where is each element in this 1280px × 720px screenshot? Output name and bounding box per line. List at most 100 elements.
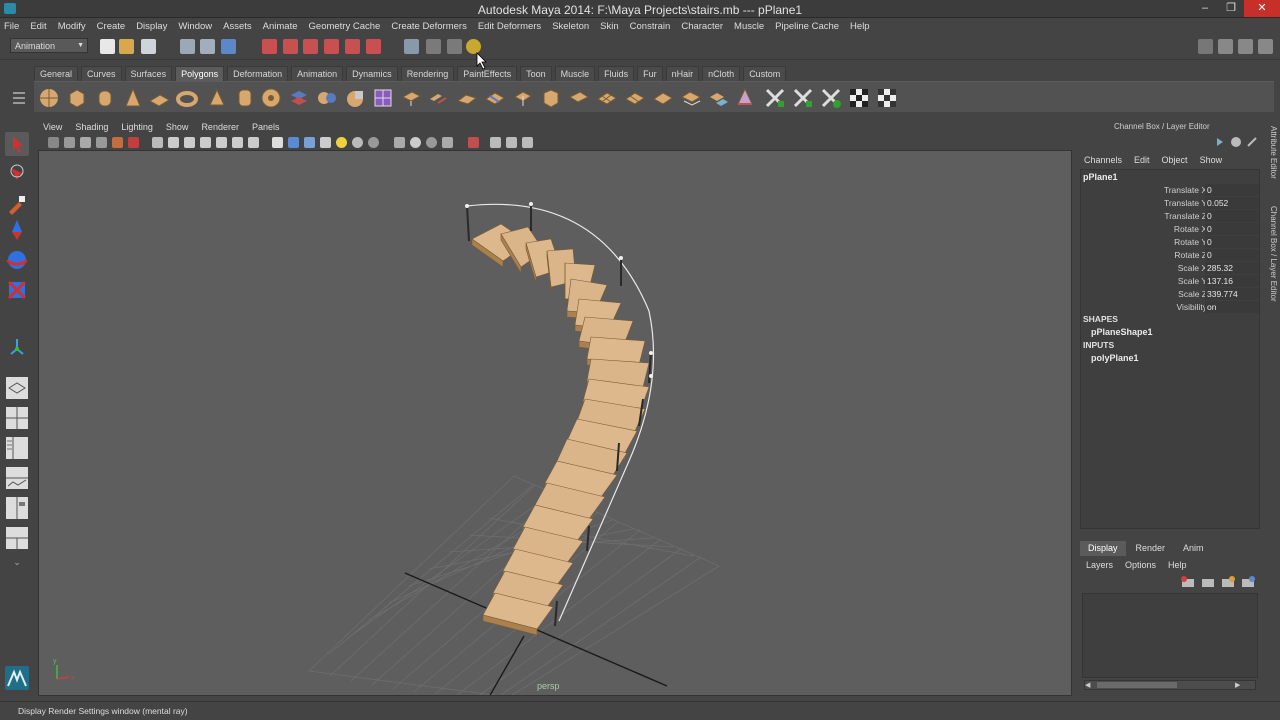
poly-torus-icon[interactable] [176,87,198,109]
cb-menu-object[interactable]: Object [1162,155,1188,165]
high-quality-icon[interactable] [468,137,479,148]
screen-space-ao-icon[interactable] [506,137,517,148]
select-tool-icon[interactable] [5,132,29,156]
tab-general[interactable]: General [34,66,79,81]
menu-constrain[interactable]: Constrain [630,21,671,32]
attr-rotate-x[interactable]: Rotate X0 [1081,223,1259,236]
attr-value[interactable]: 0 [1205,184,1259,196]
viewport-menu-lighting[interactable]: Lighting [121,122,153,132]
hypershade-layout-icon[interactable] [5,496,29,520]
uv-planar-icon[interactable] [764,87,786,109]
attr-value[interactable]: 0 [1205,223,1259,235]
attr-rotate-z[interactable]: Rotate Z0 [1081,249,1259,262]
tab-toon[interactable]: Toon [520,66,552,81]
minimize-button[interactable]: ‒ [1192,0,1218,17]
layer-menu-layers[interactable]: Layers [1086,560,1113,570]
snap-grid-icon[interactable] [262,39,277,54]
2d-pan-zoom-icon[interactable] [112,137,123,148]
tab-animation[interactable]: Animation [291,66,344,81]
merge-icon[interactable] [568,87,590,109]
snap-point-icon[interactable] [303,39,318,54]
attr-rotate-y[interactable]: Rotate Y0 [1081,236,1259,249]
tab-polygons[interactable]: Polygons [175,66,225,81]
viewport-menu-panels[interactable]: Panels [252,122,280,132]
tab-custom[interactable]: Custom [743,66,787,81]
attr-value[interactable]: 339.774 [1205,288,1259,300]
camera-attributes-icon[interactable] [64,137,75,148]
sculpt-geometry-icon[interactable] [734,87,756,109]
persp-graph-layout-icon[interactable] [5,466,29,490]
isolate-select-icon[interactable] [394,137,405,148]
menu-muscle[interactable]: Muscle [734,21,764,32]
layer-menu-options[interactable]: Options [1125,560,1156,570]
attr-value[interactable]: on [1205,301,1259,313]
snap-curve-icon[interactable] [283,39,298,54]
smooth-icon[interactable] [596,87,618,109]
tab-fur[interactable]: Fur [637,66,663,81]
tab-dynamics[interactable]: Dynamics [346,66,398,81]
cb-menu-channels[interactable]: Channels [1084,155,1122,165]
viewport-menu-shading[interactable]: Shading [75,122,108,132]
persp-outliner-layout-icon[interactable] [5,436,29,460]
ipr-render-icon[interactable] [447,39,462,54]
uv-spherical-icon[interactable] [820,87,842,109]
poly-prism-icon[interactable] [206,87,228,109]
new-layer-icon[interactable] [1222,576,1235,587]
append-polygon-icon[interactable] [456,87,478,109]
xray-icon[interactable] [410,137,421,148]
wireframe-on-shaded-icon[interactable] [304,137,315,148]
poly-cone-icon[interactable] [122,87,144,109]
tab-surfaces[interactable]: Surfaces [124,66,173,81]
attr-translate-y[interactable]: Translate Y 0.052 [1081,197,1259,210]
tab-rendering[interactable]: Rendering [400,66,455,81]
cb-menu-show[interactable]: Show [1200,155,1223,165]
bridge-icon[interactable] [428,87,450,109]
viewport-menu-view[interactable]: View [43,122,62,132]
select-camera-icon[interactable] [48,137,59,148]
viewport-menu-renderer[interactable]: Renderer [201,122,239,132]
attr-translate-x[interactable]: Translate X0 [1081,184,1259,197]
persp-graph-hypershade-layout-icon[interactable] [5,526,29,550]
menu-create-deformers[interactable]: Create Deformers [391,21,467,32]
new-layer-selected-icon[interactable] [1242,576,1255,587]
make-live-icon[interactable] [345,39,360,54]
input-node[interactable]: polyPlane1 [1091,353,1139,363]
insert-edge-loop-icon[interactable] [512,87,534,109]
film-gate-icon[interactable] [168,137,179,148]
menu-file[interactable]: File [4,21,19,32]
menu-animate[interactable]: Animate [263,21,298,32]
separate-icon[interactable] [316,87,338,109]
layer-list-scrollbar[interactable]: ◀ ▶ [1084,680,1256,690]
menu-edit[interactable]: Edit [30,21,46,32]
four-view-layout-icon[interactable] [5,406,29,430]
menu-geometry-cache[interactable]: Geometry Cache [309,21,381,32]
poly-pipe-icon[interactable] [234,87,256,109]
scroll-right-icon[interactable]: ▶ [1235,681,1243,689]
attr-scale-z[interactable]: Scale Z 339.774 [1081,288,1259,301]
gate-mask-icon[interactable] [200,137,211,148]
uv-automatic-icon[interactable] [848,87,870,109]
manipulator-tool-icon[interactable] [5,336,29,360]
attr-value[interactable]: 285.32 [1205,262,1259,274]
tab-render-layers[interactable]: Render [1128,541,1174,556]
layer-list[interactable] [1082,593,1258,678]
move-layer-down-icon[interactable] [1202,579,1214,587]
restore-button[interactable]: ❐ [1218,0,1244,17]
image-plane-icon[interactable] [96,137,107,148]
attr-visibility[interactable]: Visibility on [1081,301,1259,314]
menu-create[interactable]: Create [97,21,126,32]
textured-icon[interactable] [320,137,331,148]
extrude-icon[interactable] [400,87,422,109]
attr-value[interactable]: 0.052 [1205,197,1259,209]
poly-cylinder-icon[interactable] [94,87,116,109]
tab-muscle[interactable]: Muscle [554,66,596,81]
mirror-geometry-icon[interactable] [708,87,730,109]
safe-action-icon[interactable] [232,137,243,148]
reduce-icon[interactable] [624,87,646,109]
resolution-gate-icon[interactable] [184,137,195,148]
select-hierarchy-icon[interactable] [180,39,195,54]
save-scene-icon[interactable] [141,39,156,54]
menu-set-dropdown[interactable]: Animation ▼ [10,38,88,53]
render-current-frame-icon[interactable] [426,39,441,54]
attr-value[interactable]: 0 [1205,236,1259,248]
